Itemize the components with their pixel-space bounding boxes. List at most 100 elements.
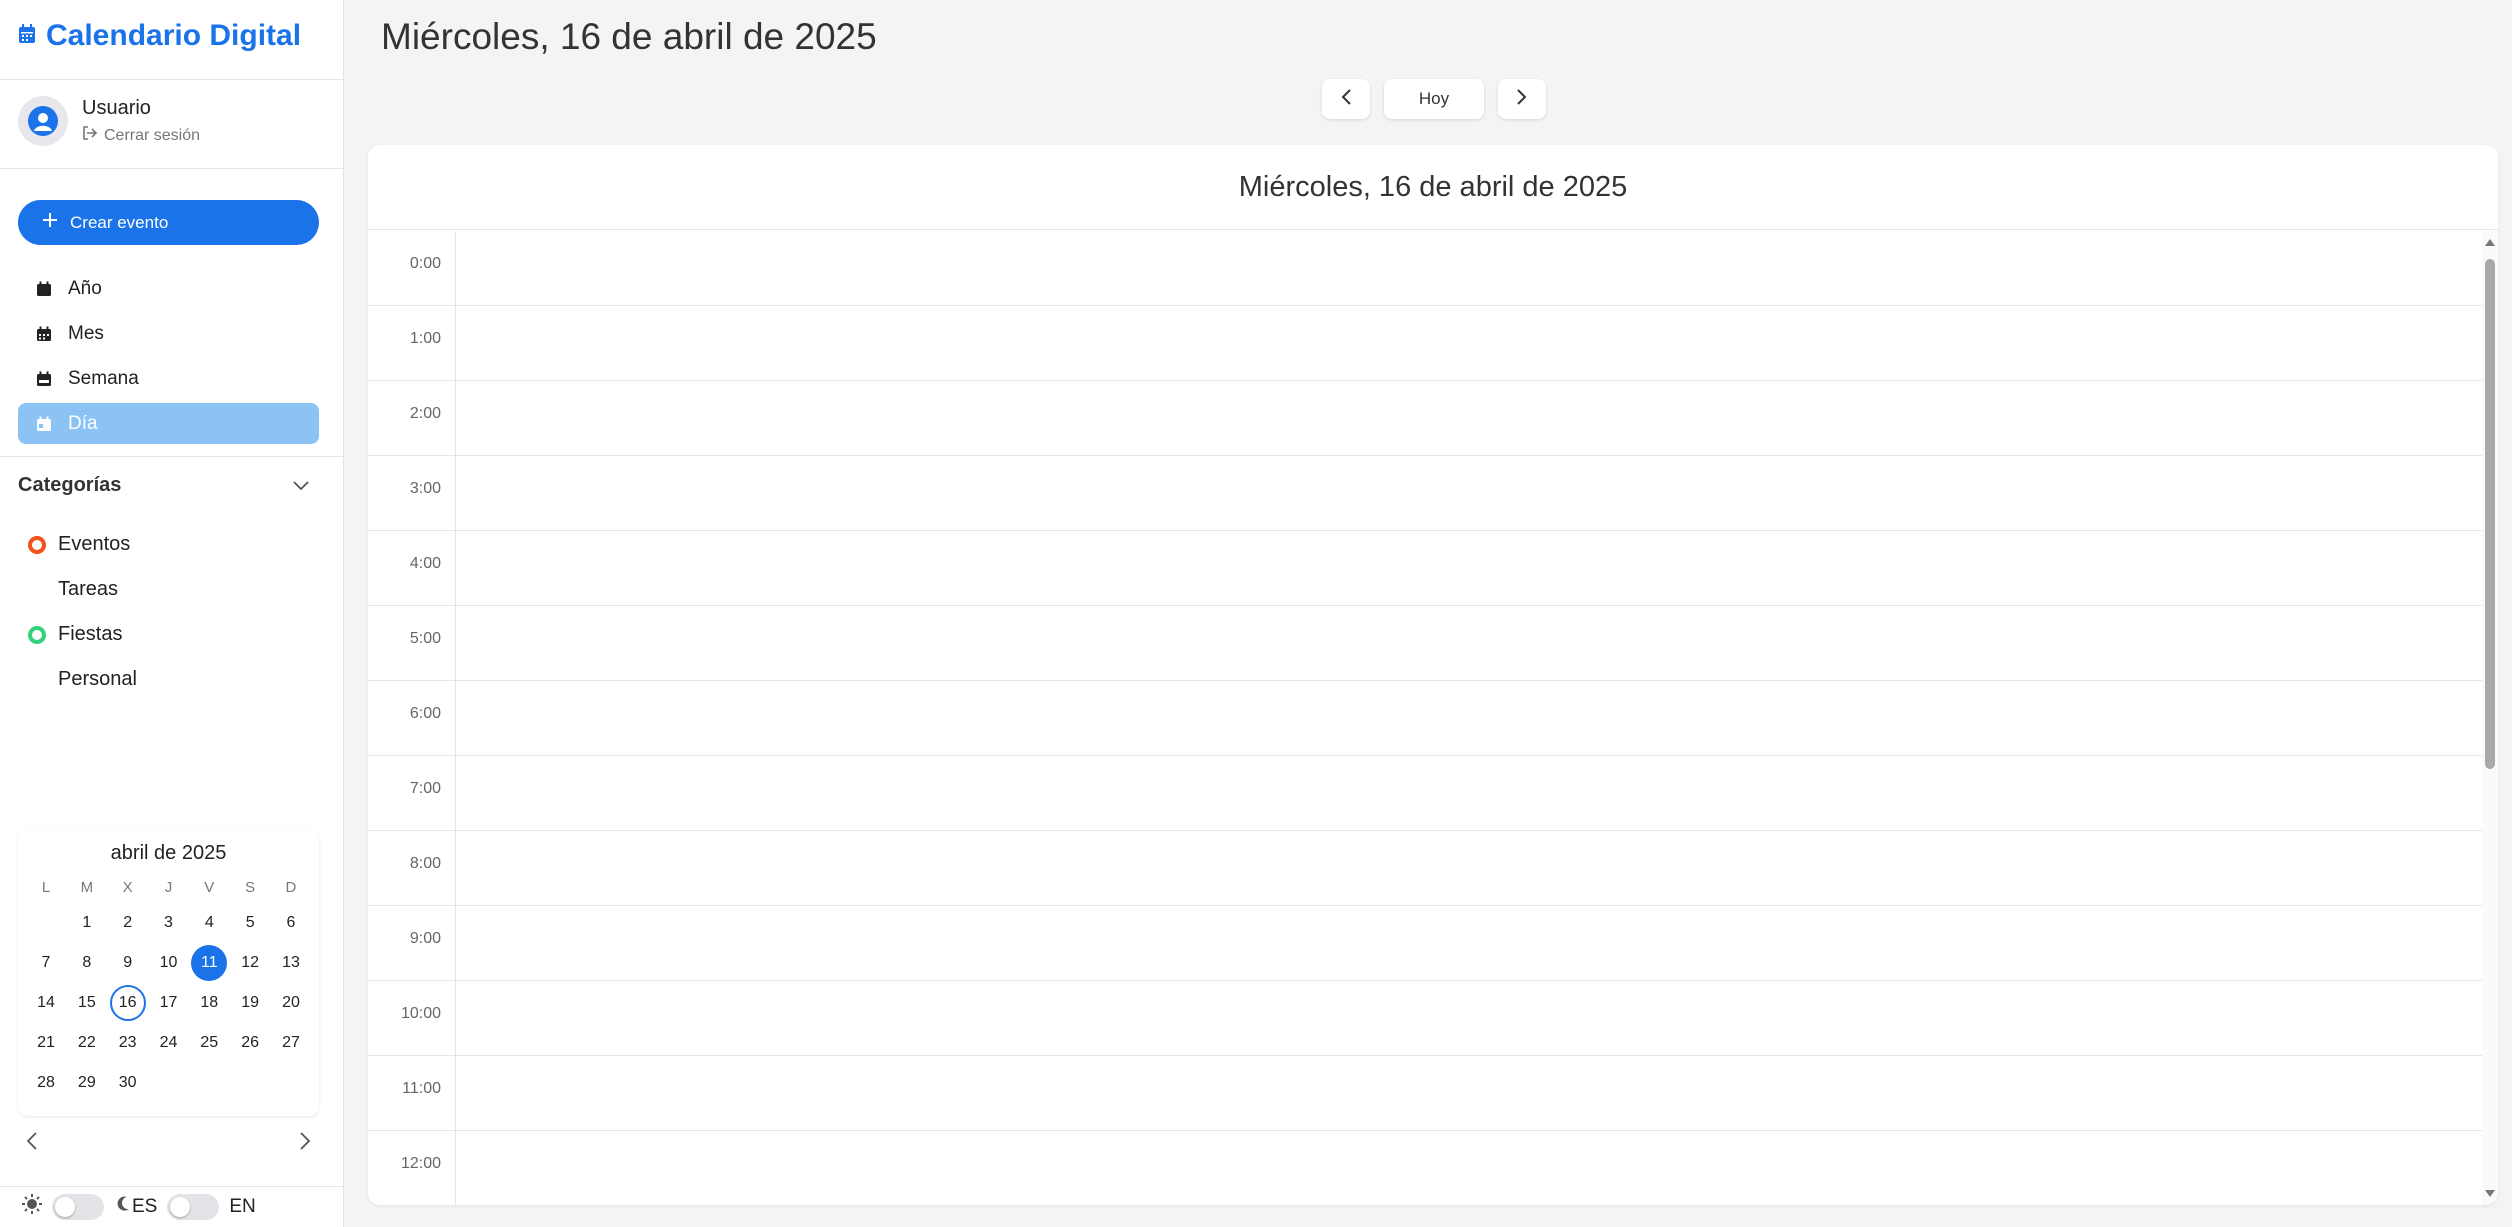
language-toggle[interactable] (167, 1194, 220, 1220)
mini-calendar-day[interactable]: 4 (191, 905, 227, 941)
hour-slot[interactable] (456, 756, 2482, 830)
hour-label: 5:00 (368, 606, 456, 680)
create-event-button[interactable]: Crear evento (18, 200, 319, 245)
nav-label: Año (68, 277, 102, 299)
avatar[interactable] (18, 96, 68, 146)
mini-calendar-day[interactable]: 15 (69, 985, 105, 1021)
hour-slot[interactable] (456, 456, 2482, 530)
mini-calendar-day[interactable]: 12 (232, 945, 268, 981)
category-spacer (28, 671, 46, 689)
mini-calendar-day[interactable]: 21 (28, 1025, 64, 1061)
mini-calendar-day[interactable]: 23 (110, 1025, 146, 1061)
scrollbar-thumb[interactable] (2485, 259, 2495, 769)
mini-calendar-day[interactable]: 26 (232, 1025, 268, 1061)
mini-calendar-day[interactable]: 20 (273, 985, 309, 1021)
category-item-eventos[interactable]: Eventos (28, 522, 137, 567)
hour-row[interactable]: 0:00 (368, 231, 2482, 306)
hour-row[interactable]: 12:00 (368, 1131, 2482, 1205)
mini-calendar-day[interactable]: 17 (150, 985, 186, 1021)
hour-slot[interactable] (456, 681, 2482, 755)
mini-calendar-day[interactable]: 2 (110, 905, 146, 941)
mini-calendar-day[interactable]: 19 (232, 985, 268, 1021)
hour-label: 12:00 (368, 1131, 456, 1205)
categories-toggle[interactable]: Categorías (18, 474, 319, 497)
brand[interactable]: Calendario Digital (18, 18, 301, 54)
mini-calendar-day[interactable]: 10 (150, 945, 186, 981)
mini-calendar-title: abril de 2025 (110, 842, 227, 864)
language-right-label: EN (229, 1196, 256, 1217)
mini-calendar-day[interactable]: 24 (150, 1025, 186, 1061)
theme-toggle[interactable] (52, 1194, 104, 1220)
hour-row[interactable]: 6:00 (368, 681, 2482, 756)
mini-calendar-day[interactable]: 30 (110, 1065, 146, 1101)
hour-slot[interactable] (456, 381, 2482, 455)
mini-calendar-day[interactable]: 9 (110, 945, 146, 981)
hour-grid: 0:00 1:00 2:00 3:00 4:00 5:00 6:00 7:00 8:00 9:00… (368, 231, 2482, 1205)
hour-row[interactable]: 11:00 (368, 1056, 2482, 1131)
mini-calendar-day[interactable]: 22 (69, 1025, 105, 1061)
empty-cell (26, 905, 66, 941)
mini-calendar-day[interactable]: 18 (191, 985, 227, 1021)
chevron-left-icon[interactable] (26, 1132, 38, 1155)
mini-calendar-day[interactable]: 14 (28, 985, 64, 1021)
hour-row[interactable]: 5:00 (368, 606, 2482, 681)
hour-slot[interactable] (456, 306, 2482, 380)
mini-calendar-day[interactable]: 7 (28, 945, 64, 981)
divider (0, 168, 344, 169)
hour-label: 4:00 (368, 531, 456, 605)
nav-item-day[interactable]: Día (18, 403, 319, 444)
scrollbar[interactable] (2482, 231, 2498, 1205)
scroll-down-icon[interactable] (2485, 1190, 2495, 1197)
user-name: Usuario (82, 97, 151, 119)
chevron-right-icon[interactable] (299, 1132, 311, 1155)
hour-slot[interactable] (456, 231, 2482, 305)
category-item-fiestas[interactable]: Fiestas (28, 612, 137, 657)
scroll-up-icon[interactable] (2485, 239, 2495, 246)
logout-icon (82, 126, 98, 145)
hour-row[interactable]: 3:00 (368, 456, 2482, 531)
hour-slot[interactable] (456, 606, 2482, 680)
mini-calendar-day[interactable]: 11 (191, 945, 228, 981)
day-navigation: Hoy (1322, 79, 1546, 119)
hour-row[interactable]: 4:00 (368, 531, 2482, 606)
nav-item-year[interactable]: Año (18, 268, 319, 309)
page-title: Miércoles, 16 de abril de 2025 (381, 16, 877, 57)
mini-calendar-day[interactable]: 3 (150, 905, 186, 941)
mini-calendar-day[interactable]: 6 (273, 905, 309, 941)
category-item-personal[interactable]: Personal (28, 657, 137, 702)
nav-item-month[interactable]: Mes (18, 313, 319, 354)
chevron-down-icon (293, 474, 309, 497)
hour-slot[interactable] (456, 981, 2482, 1055)
previous-day-button[interactable] (1322, 79, 1370, 119)
hour-slot[interactable] (456, 1131, 2482, 1205)
hour-row[interactable]: 7:00 (368, 756, 2482, 831)
hour-row[interactable]: 9:00 (368, 906, 2482, 981)
weekday-label: J (164, 879, 173, 896)
mini-calendar-day[interactable]: 28 (28, 1065, 64, 1101)
hour-slot[interactable] (456, 831, 2482, 905)
nav-label: Día (68, 412, 98, 434)
logout-link[interactable]: Cerrar sesión (82, 126, 200, 145)
mini-calendar-today[interactable]: 16 (109, 985, 146, 1021)
mini-calendar-day[interactable]: 5 (232, 905, 268, 941)
mini-calendar-day[interactable]: 13 (273, 945, 309, 981)
mini-calendar-day[interactable]: 27 (273, 1025, 309, 1061)
hour-row[interactable]: 8:00 (368, 831, 2482, 906)
mini-calendar-day[interactable]: 1 (69, 905, 105, 941)
next-day-button[interactable] (1498, 79, 1546, 119)
hour-row[interactable]: 2:00 (368, 381, 2482, 456)
mini-calendar-day[interactable]: 8 (69, 945, 105, 981)
nav-item-week[interactable]: Semana (18, 358, 319, 399)
hour-label: 11:00 (368, 1056, 456, 1130)
hour-slot[interactable] (456, 531, 2482, 605)
app-title: Calendario Digital (46, 19, 302, 52)
category-item-tareas[interactable]: Tareas (28, 567, 137, 612)
category-dot-icon (28, 625, 46, 644)
hour-row[interactable]: 1:00 (368, 306, 2482, 381)
hour-slot[interactable] (456, 906, 2482, 980)
hour-row[interactable]: 10:00 (368, 981, 2482, 1056)
mini-calendar-day[interactable]: 29 (69, 1065, 105, 1101)
today-button[interactable]: Hoy (1384, 79, 1484, 119)
hour-slot[interactable] (456, 1056, 2482, 1130)
mini-calendar-day[interactable]: 25 (191, 1025, 227, 1061)
